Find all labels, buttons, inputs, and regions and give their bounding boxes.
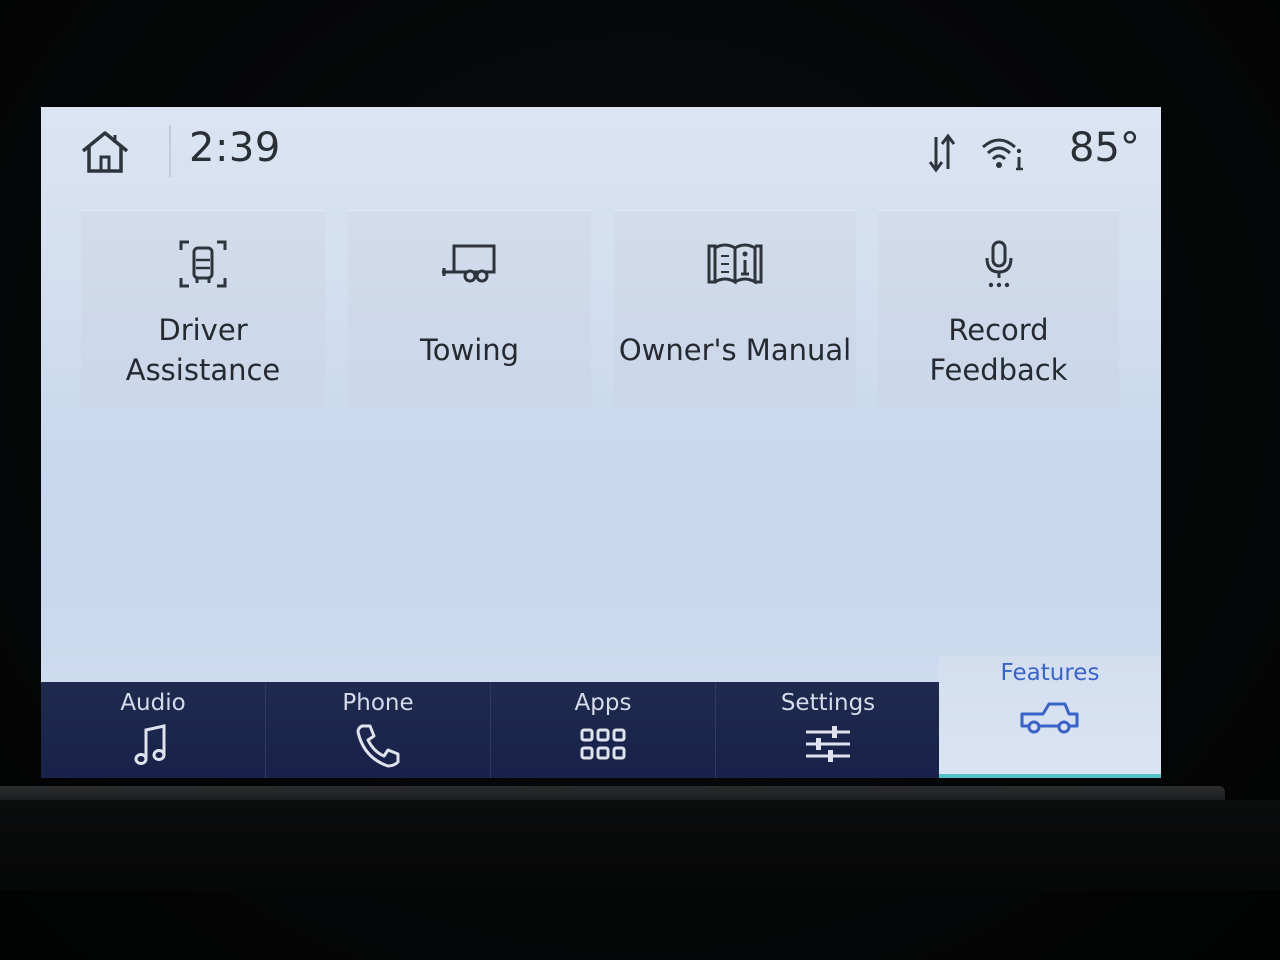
wifi-info-icon [982,138,1023,171]
infotainment-screen: 2:39 85° Driver Assistance Towing Owner'… [41,107,1161,778]
tile-driver-assistance[interactable]: Driver Assistance [81,210,325,410]
apps-grid-icon [580,728,626,760]
tile-label: Owner's Manual [618,333,852,367]
tile-label: Driver Assistance [125,313,281,387]
nav-dark-panel: Audio Phone Apps Settings [41,682,939,778]
sliders-icon [806,726,850,762]
nav-label: Features [1000,660,1100,686]
home-icon [81,131,129,173]
bottom-nav: Audio Phone Apps Settings Features [41,656,1161,778]
tile-record-feedback[interactable]: Record Feedback [878,210,1119,410]
nav-label: Settings [780,690,876,716]
clock: 2:39 [189,125,281,171]
tile-label: Towing [419,333,520,367]
status-divider [169,125,171,177]
nav-label: Phone [342,690,414,716]
truck-icon [1020,702,1079,734]
manual-book-icon [707,243,763,285]
home-button[interactable] [77,127,133,177]
nav-settings[interactable]: Settings [716,682,940,778]
nav-label: Apps [574,690,632,716]
phone-icon [356,724,400,768]
music-note-icon [134,724,166,765]
trailer-icon [441,244,495,283]
dashboard-trim [0,800,1280,890]
status-bar: 2:39 85° [41,107,1161,197]
microphone-icon [985,240,1012,288]
active-indicator [939,774,1161,778]
nav-features[interactable]: Features [939,656,1161,778]
nav-phone[interactable]: Phone [266,682,490,778]
nav-apps[interactable]: Apps [491,682,715,778]
tile-owners-manual[interactable]: Owner's Manual [614,210,856,410]
tile-towing[interactable]: Towing [348,210,591,410]
nav-audio[interactable]: Audio [41,682,265,778]
driver-assist-icon [179,240,227,288]
outside-temperature: 85° [1069,125,1140,171]
data-transfer-icon [928,133,956,173]
tile-label: Record Feedback [929,313,1068,387]
nav-label: Audio [120,690,186,716]
